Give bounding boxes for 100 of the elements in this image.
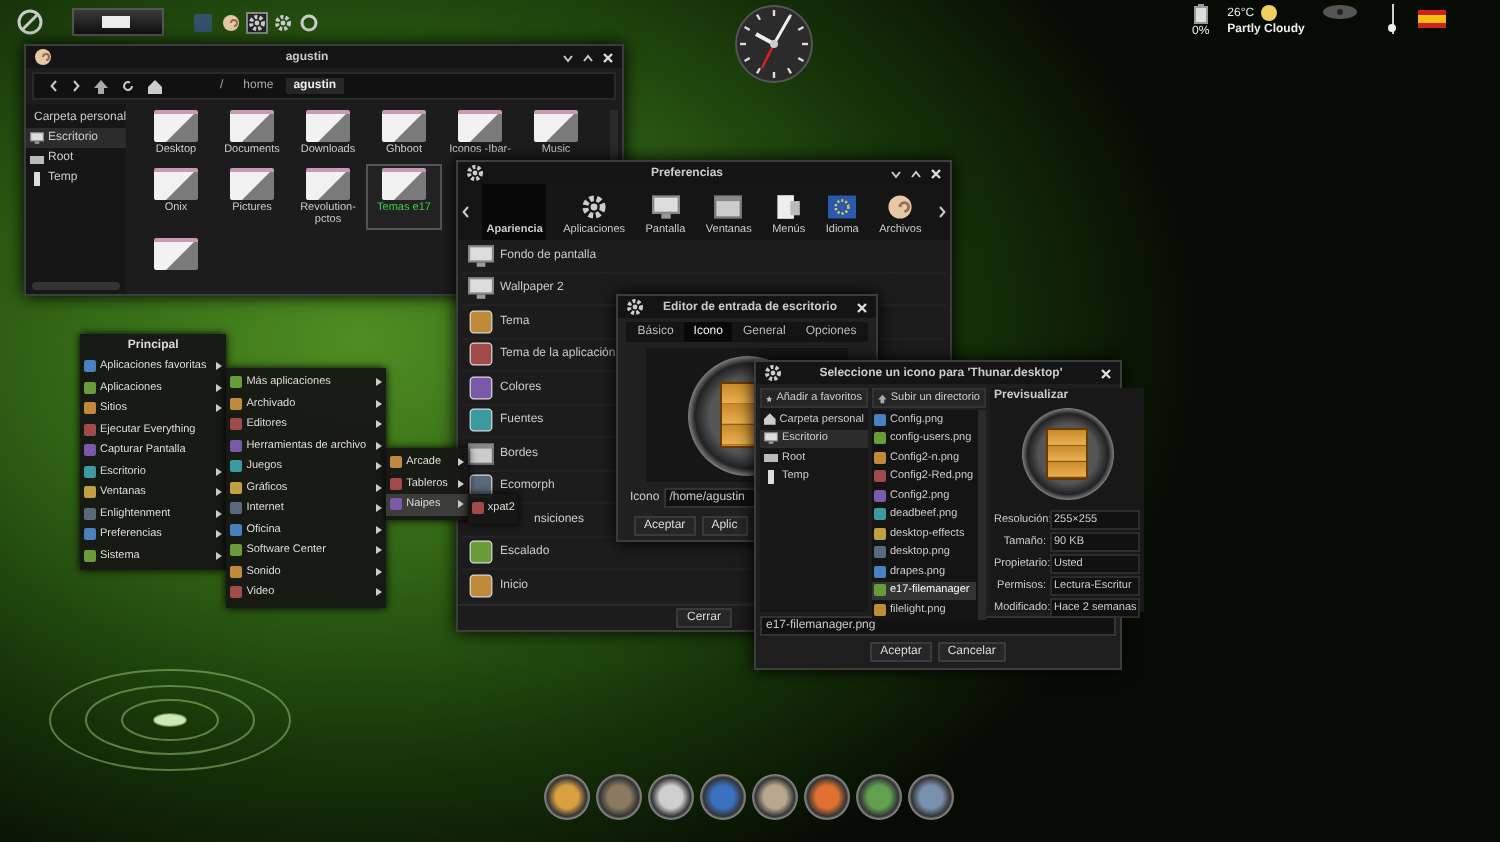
tile-icon bbox=[471, 502, 484, 515]
minimize-icon[interactable] bbox=[562, 51, 574, 63]
tile-icon bbox=[874, 432, 886, 445]
flag-icon bbox=[828, 194, 857, 220]
tile-icon bbox=[230, 502, 243, 515]
arrow-up-icon bbox=[878, 391, 887, 405]
gear-icon bbox=[466, 164, 484, 182]
drive-icon bbox=[764, 450, 778, 465]
window-icon bbox=[714, 194, 743, 220]
folder-icon bbox=[306, 168, 350, 201]
tile-icon bbox=[390, 498, 403, 511]
reload-icon[interactable] bbox=[122, 80, 134, 92]
document-icon bbox=[774, 194, 803, 220]
monitor-icon bbox=[468, 243, 494, 268]
clock-drawing bbox=[734, 4, 814, 84]
close-icon[interactable] bbox=[930, 167, 942, 179]
maximize-icon[interactable] bbox=[582, 51, 594, 63]
tile-icon bbox=[874, 489, 886, 502]
gear-icon bbox=[580, 194, 609, 220]
tile-icon bbox=[230, 439, 243, 452]
tile-icon bbox=[874, 603, 886, 616]
chevron-right-icon[interactable] bbox=[72, 80, 80, 92]
slider-thumb[interactable] bbox=[1388, 23, 1397, 31]
star-icon bbox=[766, 391, 773, 405]
shell-icon bbox=[886, 194, 915, 220]
monitor-icon bbox=[468, 276, 494, 301]
folder-icon bbox=[534, 110, 578, 142]
emblem-icon[interactable] bbox=[16, 8, 44, 36]
tile-icon bbox=[84, 360, 96, 373]
home-icon[interactable] bbox=[148, 79, 162, 93]
tile-icon bbox=[874, 470, 886, 483]
tile-icon bbox=[874, 508, 886, 521]
tile-icon bbox=[468, 540, 494, 565]
circle-icon[interactable] bbox=[300, 13, 318, 31]
close-icon[interactable] bbox=[1100, 367, 1112, 379]
tile-icon bbox=[874, 565, 886, 578]
drive-icon bbox=[30, 151, 44, 165]
tile-icon bbox=[390, 456, 403, 469]
window-icon bbox=[468, 441, 494, 466]
tile-icon bbox=[874, 451, 886, 464]
tile-icon bbox=[468, 408, 494, 433]
tile-icon bbox=[84, 465, 96, 478]
folder-icon bbox=[230, 110, 274, 142]
tile-icon bbox=[84, 486, 96, 499]
tile-icon bbox=[468, 375, 494, 400]
folder-icon bbox=[382, 110, 426, 142]
chevron-left-icon[interactable] bbox=[50, 80, 58, 92]
round-app-icon[interactable] bbox=[544, 774, 590, 820]
monitor-icon bbox=[651, 194, 680, 220]
panel-widget[interactable] bbox=[72, 8, 164, 36]
folder-icon bbox=[230, 168, 274, 201]
tile-icon bbox=[230, 376, 243, 389]
tile-icon bbox=[468, 573, 494, 598]
round-app-icon[interactable] bbox=[856, 774, 902, 820]
folder-icon bbox=[154, 238, 198, 271]
folder-icon bbox=[458, 110, 502, 142]
tile-icon bbox=[468, 342, 494, 367]
chevron-right-icon[interactable] bbox=[937, 206, 946, 218]
arrow-up-icon[interactable] bbox=[94, 79, 108, 93]
sun-icon bbox=[1260, 4, 1279, 22]
close-icon[interactable] bbox=[856, 301, 868, 313]
tile-icon bbox=[230, 481, 243, 494]
tile-icon bbox=[84, 549, 96, 562]
gear-icon[interactable] bbox=[274, 13, 292, 31]
tile-icon bbox=[230, 586, 243, 599]
tile-icon bbox=[84, 507, 96, 520]
battery-icon bbox=[1193, 4, 1208, 24]
filing-cabinet-icon bbox=[1021, 408, 1114, 500]
tile-icon bbox=[230, 544, 243, 557]
tile-icon bbox=[84, 423, 96, 436]
round-app-icon[interactable] bbox=[700, 774, 746, 820]
round-app-icon[interactable] bbox=[908, 774, 954, 820]
monitor-icon bbox=[764, 432, 778, 445]
volume-slider[interactable] bbox=[1392, 4, 1401, 34]
home-icon bbox=[764, 412, 776, 427]
tile-icon bbox=[230, 418, 243, 431]
tile-icon bbox=[84, 528, 96, 541]
tile-icon bbox=[874, 584, 886, 597]
chevron-left-icon[interactable] bbox=[462, 206, 470, 218]
tile-icon bbox=[874, 527, 886, 540]
folder-icon bbox=[382, 168, 426, 201]
round-app-icon[interactable] bbox=[752, 774, 798, 820]
tile-icon bbox=[874, 546, 886, 559]
tile-icon bbox=[230, 523, 243, 536]
folder-icon bbox=[154, 168, 198, 201]
tile-icon bbox=[468, 474, 494, 499]
round-app-icon[interactable] bbox=[648, 774, 694, 820]
tile-icon bbox=[84, 402, 96, 415]
tile-icon bbox=[390, 477, 403, 490]
shell-icon bbox=[34, 48, 52, 66]
tile-icon bbox=[230, 460, 243, 473]
round-app-icon[interactable] bbox=[804, 774, 850, 820]
close-icon[interactable] bbox=[602, 51, 614, 63]
shell-icon[interactable] bbox=[222, 13, 240, 31]
maximize-icon[interactable] bbox=[910, 167, 922, 179]
tile-icon bbox=[84, 381, 96, 394]
monitor-icon bbox=[30, 132, 44, 144]
gear-icon[interactable] bbox=[248, 13, 266, 31]
minimize-icon[interactable] bbox=[890, 167, 902, 179]
flag-icon[interactable] bbox=[1418, 10, 1447, 28]
